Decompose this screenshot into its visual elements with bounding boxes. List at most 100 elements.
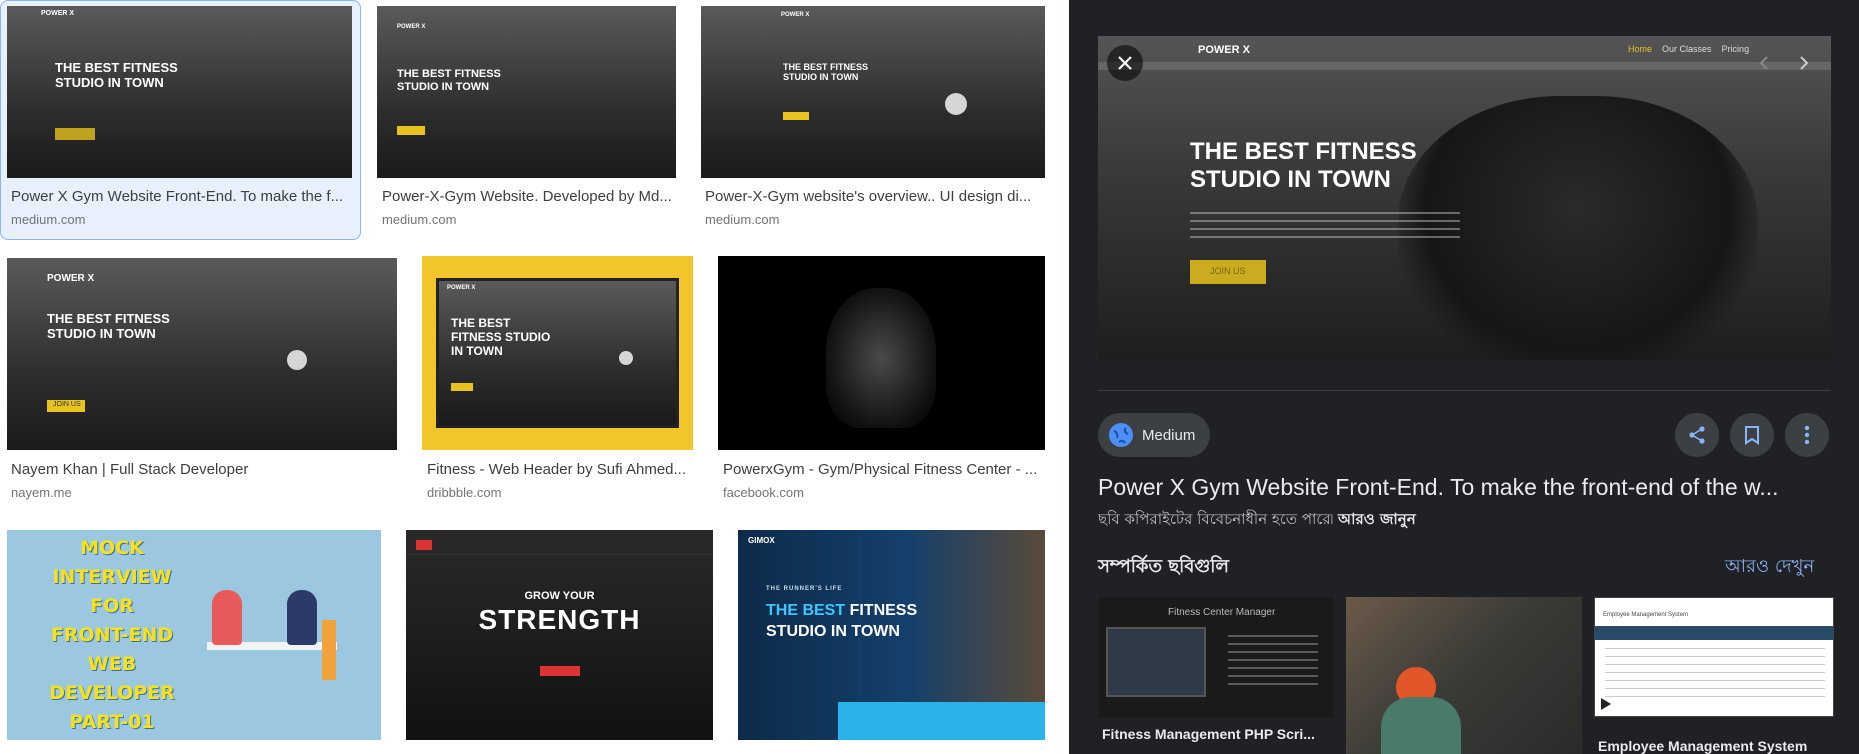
close-icon (1118, 56, 1132, 70)
result-title-2[interactable]: Power-X-Gym Website. Developed by Md... (382, 188, 677, 205)
text-line: INTERVIEW (52, 566, 172, 588)
bookmark-icon (1745, 426, 1759, 445)
text-line: FOR (90, 595, 134, 617)
video-play-icon (1601, 698, 1611, 710)
brand-logo: POWER X (397, 24, 426, 30)
join-button-graphic (55, 128, 95, 140)
brand-logo: POWER X (447, 285, 476, 291)
divider (1098, 390, 1831, 391)
thumbnail-headline: THE BEST FITNESS STUDIO IN TOWN (783, 62, 869, 83)
brand-logo: POWER X (781, 12, 810, 18)
share-button[interactable] (1675, 413, 1719, 457)
text-line: PART-01 (69, 711, 155, 733)
result-title-6[interactable]: PowerxGym - Gym/Physical Fitness Center … (723, 461, 1045, 478)
result-source-2: medium.com (382, 212, 457, 227)
play-icon (619, 351, 633, 365)
brand-logo: POWER X (41, 10, 75, 17)
laptop-graphic (1106, 627, 1206, 697)
image-title[interactable]: Power X Gym Website Front-End. To make t… (1098, 474, 1833, 501)
text-line: MOCK (80, 537, 144, 559)
related-label-1[interactable]: Fitness Management PHP Scri... (1102, 726, 1332, 742)
related-image-2[interactable] (1346, 597, 1582, 754)
preview-image[interactable]: POWER X Home Our Classes Pricing THE BES… (1098, 36, 1831, 360)
related-image-caption: Employee Management System (1603, 612, 1689, 618)
more-vert-icon (1804, 425, 1810, 445)
screen-content-graphic (1605, 648, 1825, 698)
result-thumbnail-2[interactable]: POWER X THE BEST FITNESS STUDIO IN TOWN (377, 6, 676, 178)
preview-brand-logo: POWER X (1198, 44, 1250, 56)
brand-logo: GIMOX (748, 536, 775, 545)
result-thumbnail-4[interactable]: POWER X THE BEST FITNESS STUDIO IN TOWN … (7, 258, 397, 450)
cta-button-graphic (540, 666, 580, 676)
learn-more-link[interactable]: আরও জানুন (1338, 510, 1416, 528)
image-detail-panel: POWER X Home Our Classes Pricing THE BES… (1069, 0, 1859, 754)
play-icon (287, 350, 307, 370)
source-name: Medium (1142, 426, 1196, 444)
globe-icon (1109, 423, 1133, 447)
result-title-3[interactable]: Power-X-Gym website's overview.. UI desi… (705, 188, 1045, 205)
previous-button[interactable] (1749, 48, 1779, 78)
headline-part: STUDIO IN TOWN (766, 623, 900, 640)
result-thumbnail-6[interactable] (718, 256, 1045, 450)
result-thumbnail-5[interactable]: POWER X THE BEST FITNESS STUDIO IN TOWN (422, 256, 693, 450)
chevron-right-icon (1800, 56, 1809, 70)
chair-illustration (322, 620, 336, 680)
result-thumbnail-1[interactable]: POWER X THE BEST FITNESS STUDIO IN TOWN (7, 6, 352, 178)
headline-part: THE BEST (766, 602, 846, 619)
brand-logo: POWER X (47, 273, 95, 284)
result-thumbnail-8[interactable]: GROW YOUR STRENGTH (406, 530, 713, 740)
play-icon (945, 93, 967, 115)
result-source-6: facebook.com (723, 485, 804, 500)
result-source-5: dribbble.com (427, 485, 502, 500)
related-image-1[interactable]: Fitness Center Manager (1098, 597, 1334, 717)
screen-header-bar (1595, 626, 1833, 640)
thumbnail-headline: THE BEST FITNESS STUDIO IN TOWN (55, 60, 178, 90)
join-button-label: JOIN US (53, 401, 81, 408)
result-title-1[interactable]: Power X Gym Website Front-End. To make t… (11, 188, 351, 205)
text-line: FRONT-END (50, 624, 174, 646)
result-source-4: nayem.me (11, 485, 72, 500)
preview-nav-item: Our Classes (1662, 44, 1712, 54)
copyright-notice: ছবি কপিরাইটের বিবেচনাধীন হতে পারে৷ আরও জ… (1098, 508, 1416, 533)
result-thumbnail-7[interactable]: MOCK INTERVIEW FOR FRONT-END WEB DEVELOP… (7, 530, 381, 740)
result-source-3: medium.com (705, 212, 780, 227)
mock-interview-text: MOCK INTERVIEW FOR FRONT-END WEB DEVELOP… (37, 534, 187, 737)
thumbnail-headline: THE BEST FITNESS STUDIO IN TOWN (397, 68, 501, 93)
join-button-graphic (783, 112, 809, 120)
close-button[interactable] (1107, 45, 1143, 81)
chevron-left-icon (1759, 56, 1768, 70)
related-label-3[interactable]: Employee Management System (1598, 738, 1834, 754)
copyright-text: ছবি কপিরাইটের বিবেচনাধীন হতে পারে৷ (1098, 510, 1334, 528)
preview-lorem-text (1190, 212, 1460, 244)
result-source-1: medium.com (11, 212, 86, 227)
headline-part: FITNESS (849, 602, 918, 619)
mockup-screen: POWER X THE BEST FITNESS STUDIO IN TOWN (436, 278, 679, 428)
thumbnail-subheadline: GROW YOUR (524, 590, 595, 602)
see-more-link[interactable]: আরও দেখুন (1725, 552, 1814, 583)
thumbnail-headline: THE BEST FITNESS STUDIO IN TOWN (451, 316, 551, 358)
person-right-illustration (287, 590, 317, 645)
result-title-5[interactable]: Fitness - Web Header by Sufi Ahmed... (427, 461, 692, 478)
preview-nav-item: Home (1628, 44, 1653, 54)
related-image-3[interactable]: Employee Management System (1594, 597, 1834, 717)
save-button[interactable] (1730, 413, 1774, 457)
source-chip[interactable]: Medium (1098, 413, 1210, 457)
thumbnail-headline: STRENGTH (478, 604, 641, 635)
more-options-button[interactable] (1785, 413, 1829, 457)
result-thumbnail-3[interactable]: POWER X THE BEST FITNESS STUDIO IN TOWN (701, 6, 1045, 178)
preview-join-label: JOIN US (1210, 266, 1246, 276)
result-thumbnail-9[interactable]: GIMOX THE RUNNER'S LIFE THE BEST FITNESS… (738, 530, 1045, 740)
next-button[interactable] (1789, 48, 1819, 78)
red-logo-icon (416, 540, 432, 550)
info-bar (838, 702, 1045, 740)
preview-bar-graphic (1098, 62, 1831, 70)
text-line: WEB (87, 653, 137, 675)
thumbnail-headline: THE BEST FITNESS STUDIO IN TOWN (47, 311, 170, 341)
athlete-back-figure (826, 288, 936, 428)
thumbnail-kicker: THE RUNNER'S LIFE (766, 586, 843, 592)
result-title-4[interactable]: Nayem Khan | Full Stack Developer (11, 461, 396, 478)
text-line: DEVELOPER (49, 682, 175, 704)
share-icon (1689, 426, 1705, 444)
related-heading: সম্পর্কিত ছবিগুলি (1098, 556, 1229, 577)
preview-headline: THE BEST FITNESS STUDIO IN TOWN (1190, 138, 1417, 193)
